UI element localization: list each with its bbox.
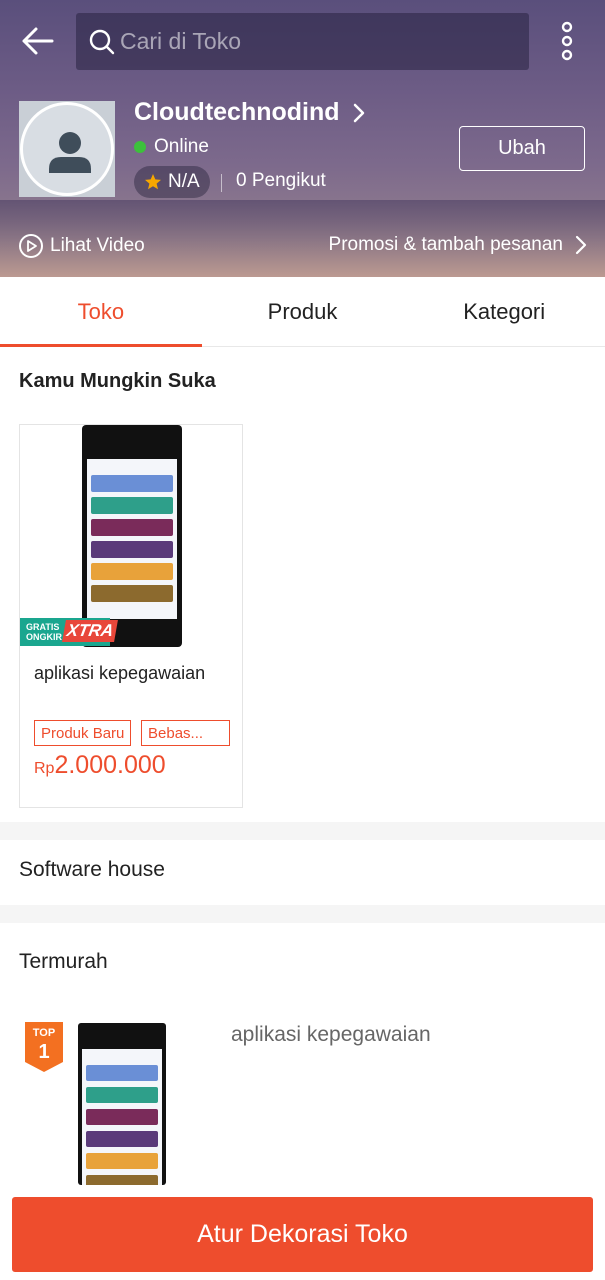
online-dot <box>134 141 146 153</box>
view-video-link[interactable]: Lihat Video <box>18 233 145 259</box>
online-status: Online <box>134 136 209 158</box>
tab-produk[interactable]: Produk <box>202 277 404 346</box>
termurah-product-image[interactable] <box>78 1023 166 1185</box>
avatar-circle <box>20 102 114 196</box>
termurah-product-name[interactable]: aplikasi kepegawaian <box>231 1023 431 1047</box>
shop-name-link[interactable]: Cloudtechnodind <box>134 98 368 127</box>
product-card[interactable]: GRATIS ONGKIR XTRA aplikasi kepegawaian … <box>19 424 243 808</box>
section-software-house[interactable]: Software house <box>19 858 165 882</box>
search-icon <box>89 29 115 54</box>
product-price: Rp2.000.000 <box>34 751 166 780</box>
shop-name: Cloudtechnodind <box>134 98 340 126</box>
back-arrow-icon <box>22 27 54 55</box>
section-title-recommend: Kamu Mungkin Suka <box>19 370 216 392</box>
tab-toko[interactable]: Toko <box>0 277 202 347</box>
promo-link[interactable]: Promosi & tambah pesanan <box>329 234 587 256</box>
edit-shop-button[interactable]: Ubah <box>459 126 585 171</box>
product-name: aplikasi kepegawaian <box>34 663 206 683</box>
price-value: 2.000.000 <box>54 751 166 779</box>
online-label: Online <box>154 136 209 157</box>
tab-kategori[interactable]: Kategori <box>403 277 605 346</box>
decorate-shop-button[interactable]: Atur Dekorasi Toko <box>12 1197 593 1272</box>
user-icon <box>49 132 91 173</box>
product-tag-free: Bebas... <box>141 720 230 746</box>
section-divider <box>0 822 605 840</box>
followers-count: 0 Pengikut <box>236 170 326 191</box>
chevron-right-icon <box>575 235 587 255</box>
section-termurah: Termurah <box>19 950 108 973</box>
rating-value: N/A <box>168 171 200 192</box>
video-icon <box>19 234 43 258</box>
product-tag-new: Produk Baru <box>34 720 132 746</box>
shop-search-bar[interactable] <box>76 13 529 70</box>
more-options-button[interactable] <box>554 20 580 62</box>
more-vertical-icon <box>561 21 573 61</box>
shop-tabs: Toko Produk Kategori <box>0 277 605 347</box>
search-input[interactable] <box>120 28 500 55</box>
top-rank-badge: TOP 1 <box>25 1022 63 1072</box>
product-image: GRATIS ONGKIR XTRA <box>20 425 242 647</box>
rating-divider <box>221 174 222 192</box>
price-currency: Rp <box>34 760 55 777</box>
back-button[interactable] <box>18 22 58 62</box>
free-shipping-badge: GRATIS ONGKIR XTRA <box>20 618 119 646</box>
promo-label: Promosi & tambah pesanan <box>328 234 563 255</box>
phone-mockup <box>82 425 182 647</box>
chevron-right-icon <box>353 103 364 122</box>
star-icon <box>145 174 161 190</box>
shop-header: Cloudtechnodind Online N/A 0 Pengikut Ub… <box>0 0 605 277</box>
shop-avatar[interactable] <box>19 101 115 197</box>
view-video-label: Lihat Video <box>50 235 145 256</box>
rating-badge: N/A <box>134 166 210 198</box>
section-divider <box>0 905 605 923</box>
